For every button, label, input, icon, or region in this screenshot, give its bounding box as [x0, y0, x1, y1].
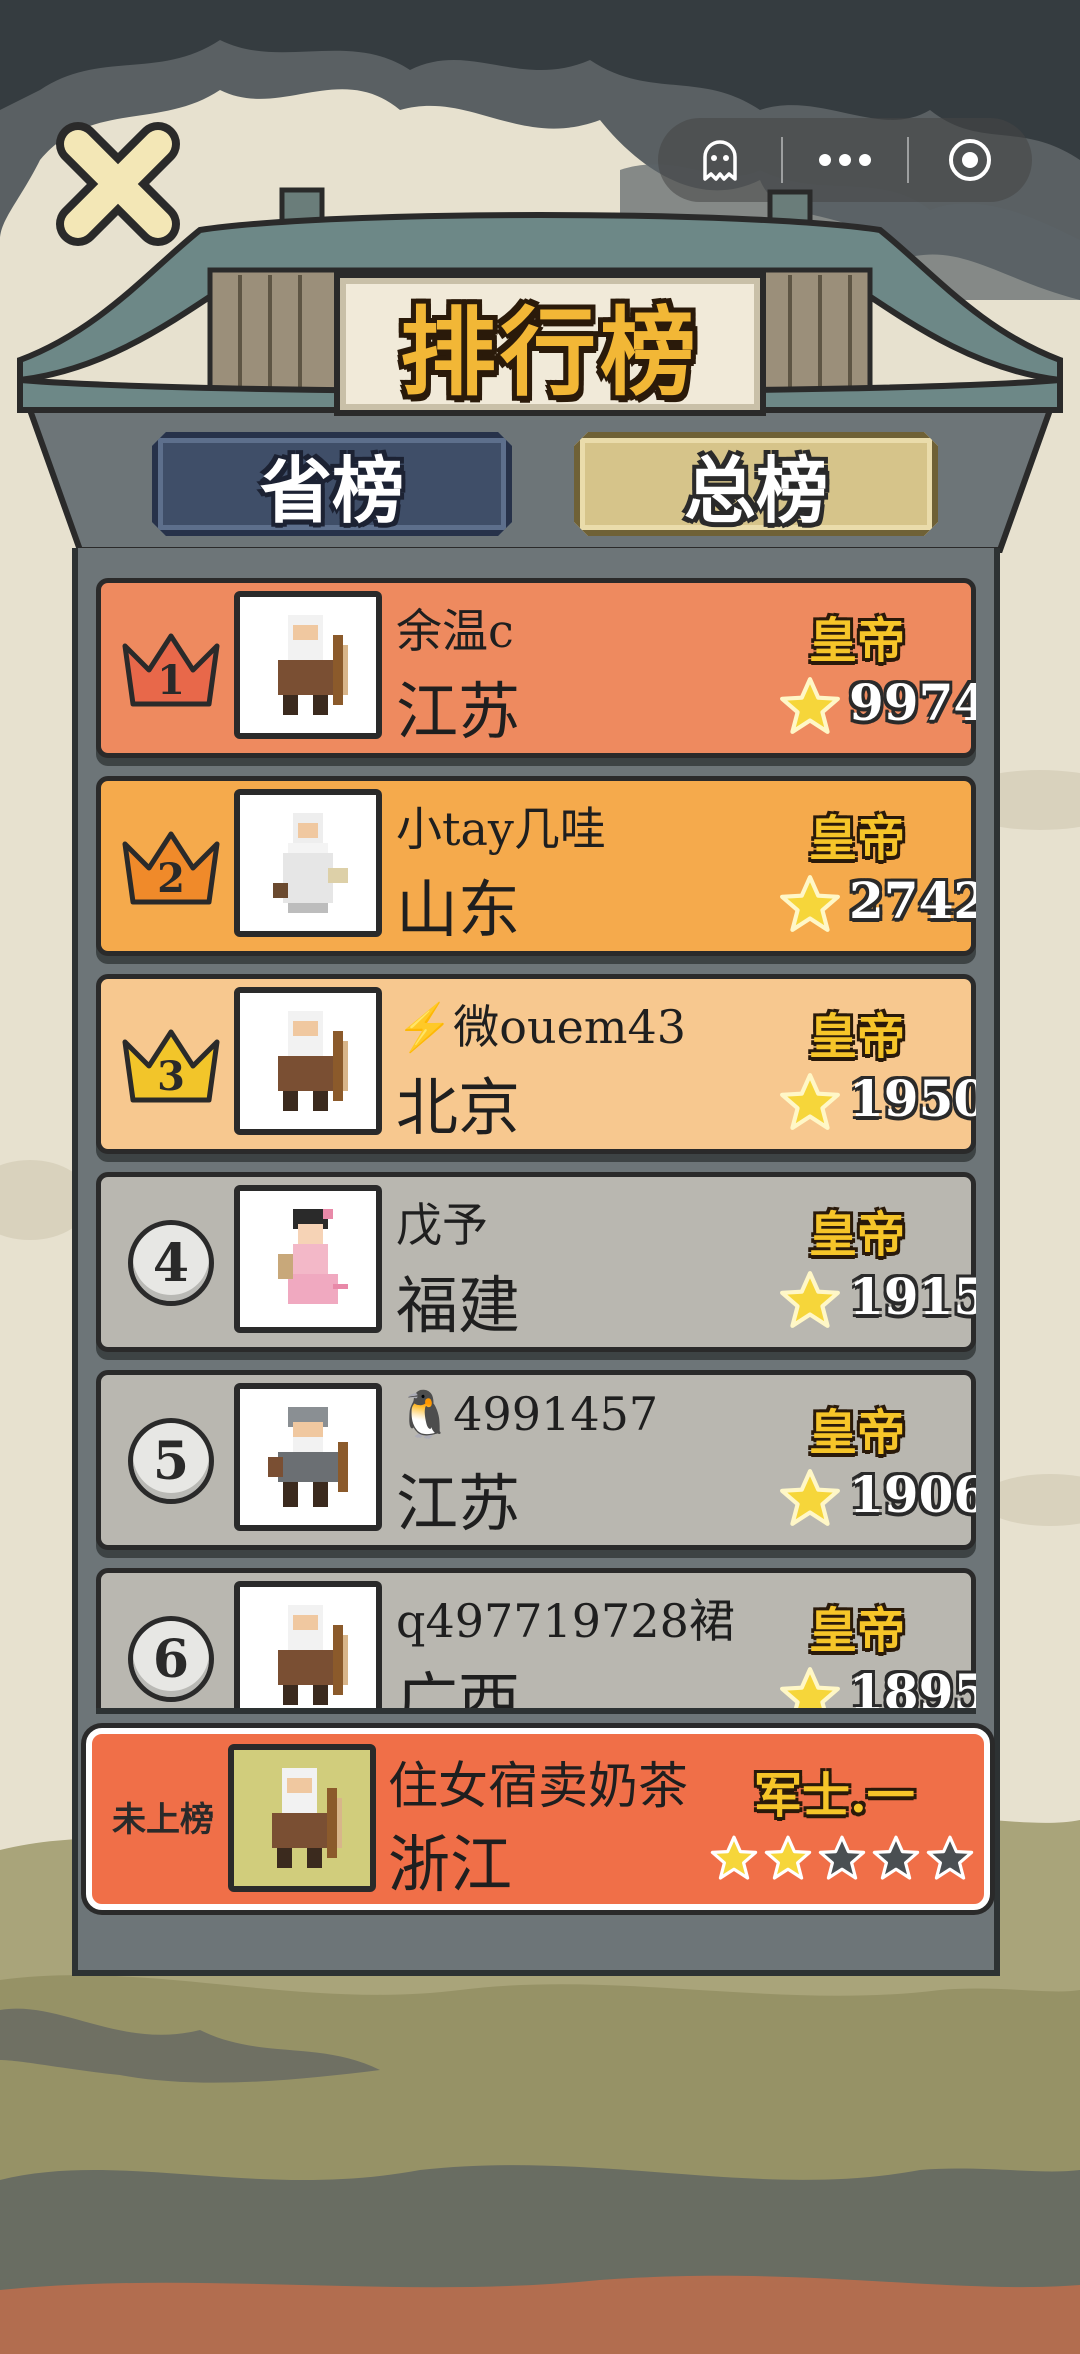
- player-province: 广西: [396, 1665, 521, 1714]
- my-name: 住女宿卖奶茶: [388, 1757, 688, 1815]
- player-name: ⚡微ouem43: [396, 1000, 686, 1054]
- player-name: 小tay几哇: [396, 802, 606, 856]
- avatar: [234, 1185, 382, 1333]
- player-score: 2742: [849, 871, 976, 930]
- leaderboard-row[interactable]: 6 q497719728裙 广西 皇帝 1895: [96, 1568, 976, 1714]
- crown-icon: 1: [119, 621, 223, 717]
- star-icon: [780, 1073, 840, 1130]
- avatar: [234, 789, 382, 937]
- my-rank-title: 军士.一: [754, 1768, 915, 1824]
- page-title: 排行榜: [400, 295, 700, 409]
- player-score: 1906: [849, 1465, 976, 1524]
- rank-title: 皇帝: [809, 1207, 906, 1263]
- leaderboard-row[interactable]: 2 小tay几哇 山东 皇帝 2742: [96, 776, 976, 956]
- title-plate: 排行榜: [334, 272, 766, 416]
- archer-elder-avatar: [278, 1605, 348, 1705]
- rank-title: 皇帝: [809, 1009, 906, 1065]
- player-score: 1895: [849, 1663, 976, 1714]
- avatar: [234, 1581, 382, 1708]
- tab-province[interactable]: 省榜: [152, 432, 512, 536]
- helmet-archer-avatar: [268, 1407, 348, 1507]
- star-filled-icon: [710, 1835, 758, 1880]
- star-filled-icon: [764, 1835, 812, 1880]
- avatar: [234, 1383, 382, 1531]
- rank-circle: 4: [119, 1215, 223, 1311]
- star-icon: [780, 1667, 840, 1708]
- player-province: 江苏: [396, 1467, 521, 1540]
- archer-elder-avatar: [272, 1768, 342, 1868]
- star-empty-icon: [926, 1835, 974, 1880]
- leaderboard-row[interactable]: 4 戊予 福建 皇帝 1915: [96, 1172, 976, 1352]
- my-rank-row[interactable]: 未上榜 住女宿卖奶茶 浙江 军士.一: [86, 1728, 990, 1910]
- crown-icon: 2: [119, 819, 223, 915]
- player-name: q497719728裙: [396, 1594, 735, 1648]
- rank-number: 2: [157, 855, 185, 902]
- leaderboard-list[interactable]: 1 余温c 江苏 皇帝 99748 2: [96, 566, 976, 1714]
- avatar: [234, 591, 382, 739]
- rank-number: 1: [157, 657, 185, 704]
- rank-circle: 6: [119, 1611, 223, 1707]
- tab-total[interactable]: 总榜: [574, 432, 938, 536]
- player-score: 99748: [849, 673, 976, 732]
- star-empty-icon: [872, 1835, 920, 1880]
- white-sage-avatar: [273, 813, 348, 913]
- player-province: 山东: [396, 873, 521, 946]
- player-province: 福建: [396, 1269, 521, 1342]
- rank-number: 4: [152, 1232, 190, 1294]
- player-score: 1915: [849, 1267, 976, 1326]
- player-name: 戊予: [396, 1198, 488, 1252]
- player-province: 北京: [396, 1071, 521, 1144]
- leaderboard-row[interactable]: 1 余温c 江苏 皇帝 99748: [96, 578, 976, 758]
- rank-circle: 5: [119, 1413, 223, 1509]
- crown-icon: 3: [119, 1017, 223, 1113]
- star-empty-icon: [818, 1835, 866, 1880]
- rank-title: 皇帝: [809, 811, 906, 867]
- player-name: 余温c: [396, 604, 514, 658]
- archer-elder-avatar: [278, 1011, 348, 1111]
- my-province: 浙江: [388, 1828, 513, 1901]
- star-icon: [780, 875, 840, 932]
- rank-title: 皇帝: [809, 1603, 906, 1659]
- pink-lady-avatar: [278, 1209, 348, 1304]
- star-icon: [780, 1469, 840, 1526]
- player-name: 🐧499145​7: [396, 1387, 659, 1441]
- rank-number: 3: [157, 1053, 185, 1100]
- rank-title: 皇帝: [809, 613, 906, 669]
- avatar: [234, 987, 382, 1135]
- leaderboard-row[interactable]: 3 ⚡微ouem43 北京 皇帝 1950: [96, 974, 976, 1154]
- archer-elder-avatar: [278, 615, 348, 715]
- my-avatar: [228, 1744, 376, 1892]
- rank-title: 皇帝: [809, 1405, 906, 1461]
- star-icon: [780, 677, 840, 734]
- rank-number: 6: [152, 1628, 190, 1690]
- player-score: 1950: [849, 1069, 976, 1128]
- star-icon: [780, 1271, 840, 1328]
- rank-number: 5: [152, 1430, 190, 1492]
- unranked-label: 未上榜: [112, 1800, 214, 1840]
- my-star-rating: [710, 1834, 974, 1882]
- leaderboard-row[interactable]: 5 🐧499145​7 江苏 皇帝 1906: [96, 1370, 976, 1550]
- player-province: 江苏: [396, 675, 521, 748]
